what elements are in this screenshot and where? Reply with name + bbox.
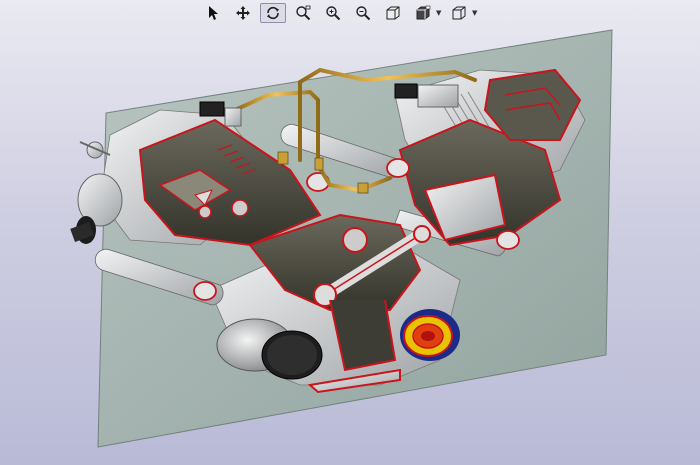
3d-viewport[interactable]: ▼ ▼: [0, 0, 700, 465]
flywheel-gear: [400, 309, 460, 361]
engine-model-scene[interactable]: [0, 0, 700, 465]
